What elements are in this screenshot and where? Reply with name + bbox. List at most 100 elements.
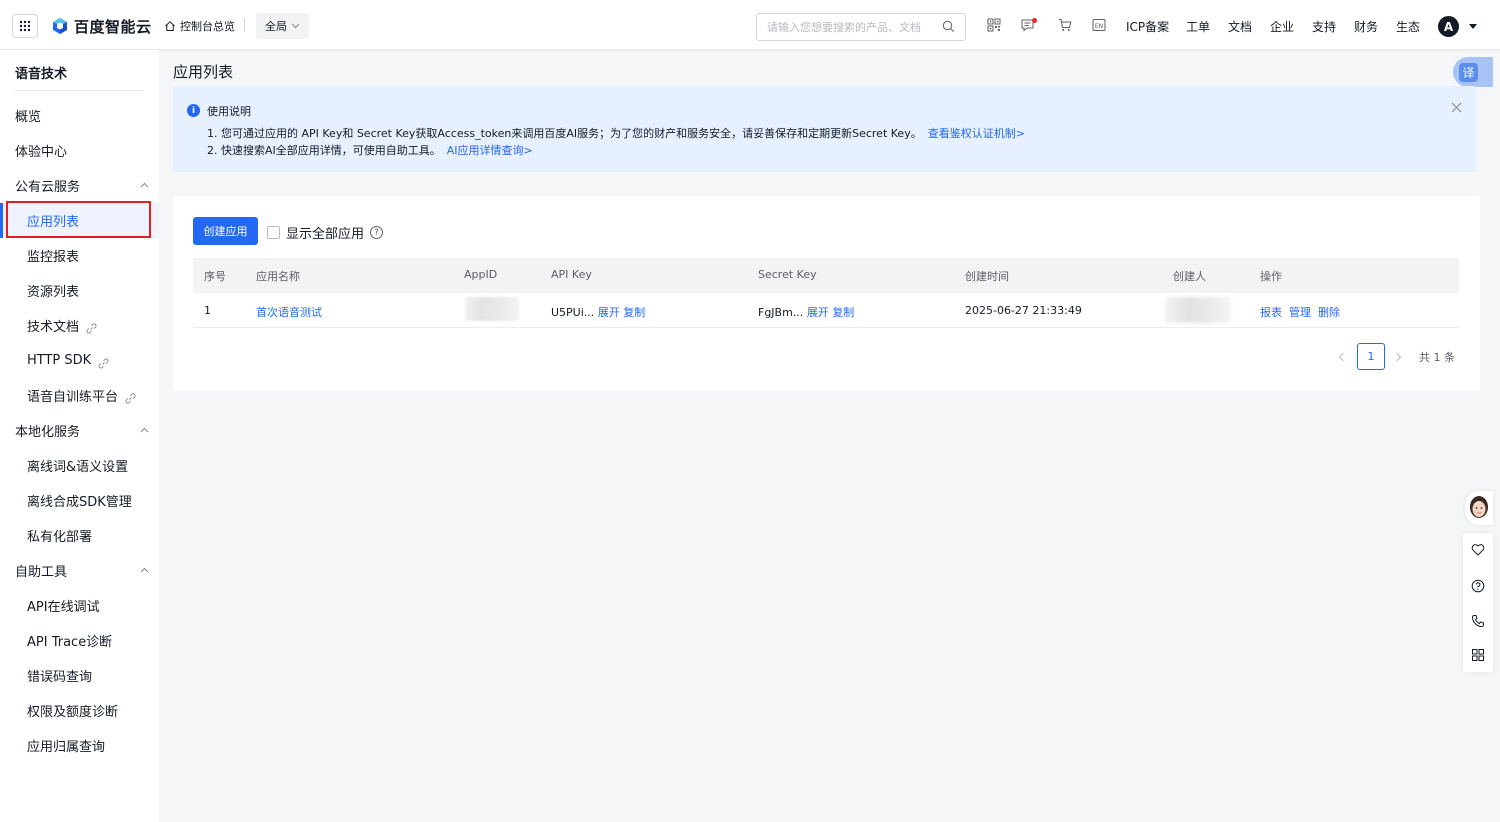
home-icon (165, 21, 175, 31)
sidebar-item-experience[interactable]: 体验中心 (0, 133, 159, 168)
sidebar-item-offline-sdk[interactable]: 离线合成SDK管理 (0, 483, 159, 518)
show-all-apps-toggle[interactable]: 显示全部应用 ? (267, 223, 384, 242)
nav-link-icp[interactable]: ICP备案 (1126, 18, 1169, 35)
app-detail-query-link[interactable]: AI应用详情查询> (447, 144, 533, 157)
sidebar-item-api-debug[interactable]: API在线调试 (0, 588, 159, 623)
nav-link-support[interactable]: 支持 (1312, 18, 1336, 35)
language-icon[interactable]: EN (1092, 18, 1106, 32)
table-row: 1 首次语音测试 U5PUi... 展开 复制 FgJBm... 展开 复制 2… (193, 293, 1459, 328)
nav-link-finance[interactable]: 财务 (1354, 18, 1378, 35)
sidebar-item-label: 错误码查询 (27, 670, 93, 685)
secret-key-cell: FgJBm... 展开 复制 (758, 304, 854, 320)
notice-line-2-text: 2. 快速搜索AI全部应用详情，可使用自助工具。 (207, 144, 441, 157)
chevron-left-icon[interactable] (1338, 352, 1345, 362)
sidebar-title: 语音技术 (15, 67, 68, 82)
sidebar-item-label: 应用归属查询 (27, 740, 106, 755)
show-all-checkbox[interactable] (267, 226, 280, 239)
sidebar-item-http-sdk[interactable]: HTTP SDK (0, 343, 159, 378)
divider (15, 90, 144, 91)
search-input[interactable] (757, 14, 927, 40)
brand-logo[interactable]: 百度智能云 (51, 15, 152, 37)
api-key-value: U5PUi... (551, 306, 595, 319)
grid-menu-icon[interactable] (1471, 648, 1485, 662)
created-time: 2025-06-27 21:33:49 (965, 304, 1082, 317)
qrcode-icon[interactable] (987, 18, 1001, 32)
secret-key-value: FgJBm... (758, 306, 804, 319)
help-icon[interactable]: ? (370, 226, 384, 239)
translate-button[interactable]: 译 (1453, 57, 1493, 87)
notice-title: 使用说明 (207, 105, 251, 118)
console-overview-link[interactable]: 控制台总览 (164, 18, 235, 34)
sidebar-item-label: HTTP SDK (27, 353, 92, 368)
sidebar-item-tech-docs[interactable]: 技术文档 (0, 308, 159, 343)
cloud-logo-icon (53, 18, 67, 34)
create-app-button[interactable]: 创建应用 (193, 217, 258, 245)
sidebar-item-overview[interactable]: 概览 (0, 98, 159, 133)
message-icon[interactable] (1021, 18, 1039, 32)
manage-link[interactable]: 管理 (1289, 306, 1311, 319)
column-header: 操作 (1260, 270, 1282, 283)
report-link[interactable]: 报表 (1260, 306, 1282, 319)
column-header: Secret Key (758, 268, 817, 281)
assistant-avatar[interactable] (1465, 491, 1493, 525)
sidebar-item-label: 离线词&语义设置 (27, 460, 129, 475)
sidebar-item-resource-list[interactable]: 资源列表 (0, 273, 159, 308)
delete-link[interactable]: 删除 (1318, 306, 1340, 319)
notice-line-1-text: 1. 您可通过应用的 API Key和 Secret Key获取Access_t… (207, 127, 922, 140)
api-key-copy-link[interactable]: 复制 (623, 306, 645, 319)
nav-link-ecosystem[interactable]: 生态 (1396, 18, 1420, 35)
sidebar-item-app-ownership[interactable]: 应用归属查询 (0, 728, 159, 763)
auth-mechanism-link[interactable]: 查看鉴权认证机制> (928, 127, 1025, 140)
app-list-card: 创建应用 显示全部应用 ? 序号 应用名称 AppID API Key Secr… (173, 196, 1480, 391)
secret-key-copy-link[interactable]: 复制 (832, 306, 854, 319)
user-avatar[interactable]: A (1438, 16, 1459, 37)
sidebar-group-local-service[interactable]: 本地化服务 (0, 413, 159, 448)
nav-link-enterprise[interactable]: 企业 (1270, 18, 1294, 35)
sidebar-group-public-cloud[interactable]: 公有云服务 (0, 168, 159, 203)
sidebar-item-label: 私有化部署 (27, 530, 93, 545)
sidebar-item-error-code[interactable]: 错误码查询 (0, 658, 159, 693)
help-circle-icon[interactable] (1471, 579, 1485, 593)
sidebar-item-quota-diagnosis[interactable]: 权限及额度诊断 (0, 693, 159, 728)
sidebar-item-api-trace[interactable]: API Trace诊断 (0, 623, 159, 658)
phone-icon[interactable] (1471, 614, 1485, 628)
info-icon: i (187, 104, 200, 117)
notice-line-1: 1. 您可通过应用的 API Key和 Secret Key获取Access_t… (207, 125, 1025, 141)
table-header: 序号 应用名称 AppID API Key Secret Key 创建时间 创建… (193, 258, 1459, 293)
chevron-up-icon (140, 567, 149, 573)
row-actions: 报表 管理 删除 (1260, 304, 1340, 320)
sidebar-item-monitor-report[interactable]: 监控报表 (0, 238, 159, 273)
secret-key-expand-link[interactable]: 展开 (807, 306, 829, 319)
sidebar-item-private-deploy[interactable]: 私有化部署 (0, 518, 159, 553)
chevron-right-icon[interactable] (1395, 352, 1402, 362)
top-navbar: 百度智能云 控制台总览 全局 EN ICP备案 工单 文档 企业 支持 财务 生… (0, 0, 1500, 50)
close-icon[interactable] (1451, 102, 1462, 113)
sidebar-item-app-list[interactable]: 应用列表 (0, 203, 159, 238)
caret-down-icon[interactable] (1469, 24, 1477, 29)
sidebar-item-label: 自助工具 (15, 565, 68, 580)
sidebar-item-label: 资源列表 (27, 285, 80, 300)
nav-link-ticket[interactable]: 工单 (1186, 18, 1210, 35)
favorite-icon[interactable] (1471, 543, 1485, 557)
sidebar-item-self-training[interactable]: 语音自训练平台 (0, 378, 159, 413)
nav-link-docs[interactable]: 文档 (1228, 18, 1252, 35)
brand-name: 百度智能云 (74, 17, 152, 36)
sidebar-item-label: API在线调试 (27, 600, 100, 615)
cart-icon[interactable] (1058, 18, 1072, 32)
floating-toolbar (1463, 533, 1493, 672)
sidebar-group-self-tools[interactable]: 自助工具 (0, 553, 159, 588)
search-icon[interactable] (942, 20, 955, 33)
page-number-current[interactable]: 1 (1357, 343, 1385, 370)
row-index: 1 (204, 304, 211, 317)
chevron-up-icon (140, 182, 149, 188)
apps-grid-icon[interactable] (12, 14, 38, 38)
external-link-icon (125, 393, 136, 404)
api-key-expand-link[interactable]: 展开 (598, 306, 620, 319)
column-header: 应用名称 (256, 270, 300, 283)
sidebar-item-offline-words[interactable]: 离线词&语义设置 (0, 448, 159, 483)
column-header: AppID (464, 268, 498, 281)
show-all-label: 显示全部应用 (286, 227, 365, 242)
usage-notice: i 使用说明 1. 您可通过应用的 API Key和 Secret Key获取A… (173, 86, 1476, 172)
app-name-link[interactable]: 首次语音测试 (256, 304, 322, 320)
region-select[interactable]: 全局 (256, 13, 309, 39)
